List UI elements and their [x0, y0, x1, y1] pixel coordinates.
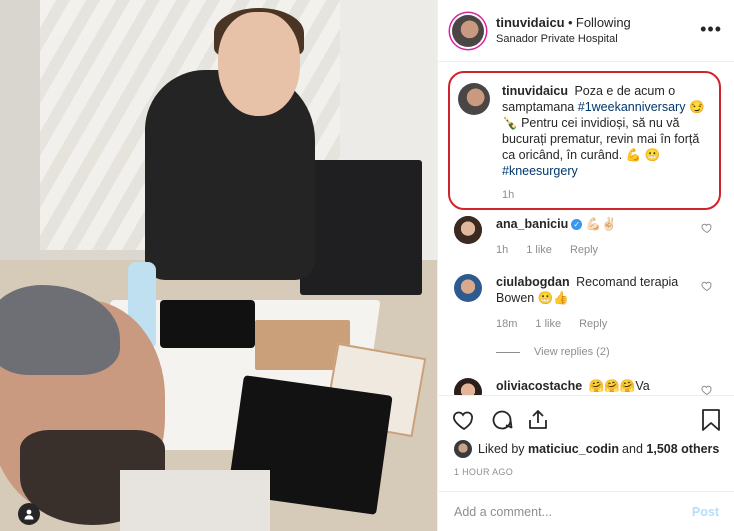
view-replies-label: View replies (2)	[534, 346, 610, 358]
caption-highlight-box: tinuvidaicu Poza e de acum o samptamana …	[448, 71, 721, 210]
comment-avatar[interactable]	[454, 378, 482, 395]
comment-likes[interactable]: 1 like	[526, 242, 552, 258]
caption-text: tinuvidaicu Poza e de acum o samptamana …	[502, 83, 709, 203]
caption-emoji: 😏	[688, 100, 705, 114]
liker-username[interactable]: maticiuc_codin	[528, 442, 619, 456]
liked-by-prefix: Liked by	[478, 442, 525, 456]
view-replies-line	[496, 351, 520, 353]
photo-sushi-tray	[160, 300, 255, 348]
hashtag-link[interactable]: #1weekanniversary	[578, 100, 686, 114]
comment-like-heart-icon[interactable]	[701, 222, 713, 234]
comment-text: 💪🏻✌🏻	[585, 217, 617, 231]
hashtag-link[interactable]: #kneesurgery	[502, 164, 578, 178]
photo-cabinet	[300, 160, 422, 295]
add-comment-input[interactable]	[454, 504, 692, 519]
comment-avatar[interactable]	[454, 216, 482, 244]
comment-body: oliviacostache 🤗🤗🤗Va astept la bazin!!!	[496, 378, 686, 395]
bookmark-icon[interactable]	[701, 408, 721, 432]
user-tag-icon[interactable]	[18, 503, 40, 525]
caption-emoji: 💪	[625, 148, 642, 162]
share-icon[interactable]	[526, 408, 550, 432]
comment-avatar[interactable]	[454, 274, 482, 302]
post-side-panel: tinuvidaicu • Following Sanador Private …	[437, 0, 734, 531]
post-timestamp[interactable]: 1 HOUR AGO	[454, 467, 513, 477]
view-replies-button[interactable]: View replies (2)	[496, 344, 686, 360]
more-horizontal-icon[interactable]: •••	[700, 20, 722, 38]
comment-meta: 18m 1 like Reply	[496, 316, 686, 332]
reply-button[interactable]: Reply	[579, 316, 607, 332]
comment-icon[interactable]	[490, 408, 514, 432]
comment-item: oliviacostache 🤗🤗🤗Va astept la bazin!!!	[438, 378, 734, 395]
liker-avatar[interactable]	[454, 440, 472, 458]
comments-list[interactable]: tinuvidaicu Poza e de acum o samptamana …	[438, 63, 734, 395]
comment-likes[interactable]: 1 like	[535, 316, 561, 332]
comment-username[interactable]: ciulabogdan	[496, 275, 570, 289]
liked-by-and: and	[622, 442, 643, 456]
caption-text-2: Pentru cei invidioși, să nu vă bucurați …	[502, 116, 700, 162]
photo-wall	[0, 0, 40, 300]
action-bar	[438, 395, 734, 443]
caption-time[interactable]: 1h	[502, 187, 709, 203]
comment-body: ana_baniciu ✓ 💪🏻✌🏻 1h 1 like Reply	[496, 216, 686, 258]
comment-like-heart-icon[interactable]	[701, 280, 713, 292]
comment-username[interactable]: ana_baniciu	[496, 217, 568, 231]
header-separator: •	[567, 14, 573, 30]
reply-button[interactable]: Reply	[570, 242, 598, 258]
caption-emoji: 😬	[644, 148, 661, 162]
photo-hospital-gown	[120, 470, 270, 531]
liked-by-row: Liked by maticiuc_codin and 1,508 others	[454, 440, 722, 458]
author-avatar[interactable]	[452, 14, 484, 47]
caption-emoji: 🍾	[502, 116, 518, 130]
location-link[interactable]: Sanador Private Hospital	[496, 31, 631, 47]
photo-woman-face	[218, 12, 300, 116]
post-comment-button[interactable]: Post	[692, 505, 719, 519]
header-text: tinuvidaicu • Following Sanador Private …	[496, 15, 631, 47]
comment-like-heart-icon[interactable]	[701, 384, 713, 395]
comment-time[interactable]: 18m	[496, 316, 517, 332]
verified-badge-icon: ✓	[571, 219, 583, 231]
comment-time[interactable]: 1h	[496, 242, 508, 258]
post-header: tinuvidaicu • Following Sanador Private …	[438, 0, 734, 62]
post-photo[interactable]	[0, 0, 437, 531]
others-likes-link[interactable]: 1,508 others	[646, 442, 719, 456]
author-username[interactable]: tinuvidaicu	[496, 15, 565, 30]
comment-username[interactable]: oliviacostache	[496, 379, 582, 393]
follow-status-button[interactable]: Following	[576, 15, 631, 30]
add-comment-bar: Post	[438, 491, 734, 531]
comment-meta: 1h 1 like Reply	[496, 242, 686, 258]
comment-body: ciulabogdan Recomand terapia Bowen 😬👍 18…	[496, 274, 686, 360]
comment-item: ciulabogdan Recomand terapia Bowen 😬👍 18…	[438, 274, 734, 360]
comment-item: ana_baniciu ✓ 💪🏻✌🏻 1h 1 like Reply	[438, 216, 734, 258]
heart-icon[interactable]	[452, 408, 476, 432]
caption-avatar[interactable]	[458, 83, 490, 115]
caption-username[interactable]: tinuvidaicu	[502, 84, 568, 98]
